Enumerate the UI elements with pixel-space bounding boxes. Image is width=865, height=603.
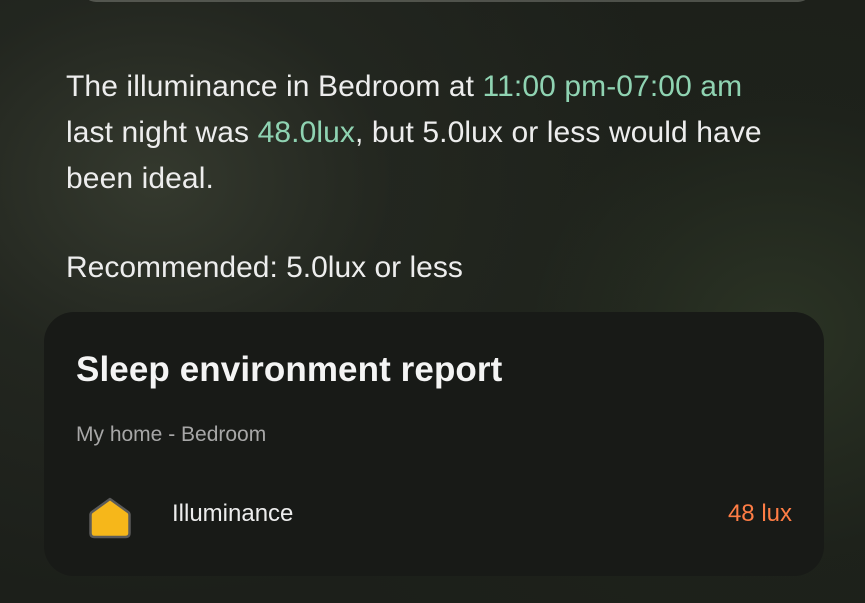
message-text: The illuminance in Bedroom at: [66, 70, 483, 103]
sensor-value: 48 lux: [727, 500, 792, 527]
report-location: My home - Bedroom: [76, 423, 267, 446]
home-icon: [89, 497, 131, 539]
illuminance-message: The illuminance in Bedroom at 11:00 pm-0…: [66, 64, 786, 202]
recommendation-text: Recommended: 5.0lux or less: [66, 251, 463, 284]
sensor-label: Illuminance: [172, 500, 294, 527]
illuminance-row[interactable]: Illuminance 48 lux: [74, 482, 794, 548]
measured-value-link[interactable]: 48.0lux: [258, 116, 355, 149]
sleep-environment-report-card[interactable]: Sleep environment report My home - Bedro…: [44, 312, 824, 576]
time-range-link[interactable]: 11:00 pm-07:00 am: [483, 70, 743, 103]
message-text: last night was: [66, 116, 258, 149]
report-title: Sleep environment report: [76, 350, 503, 389]
